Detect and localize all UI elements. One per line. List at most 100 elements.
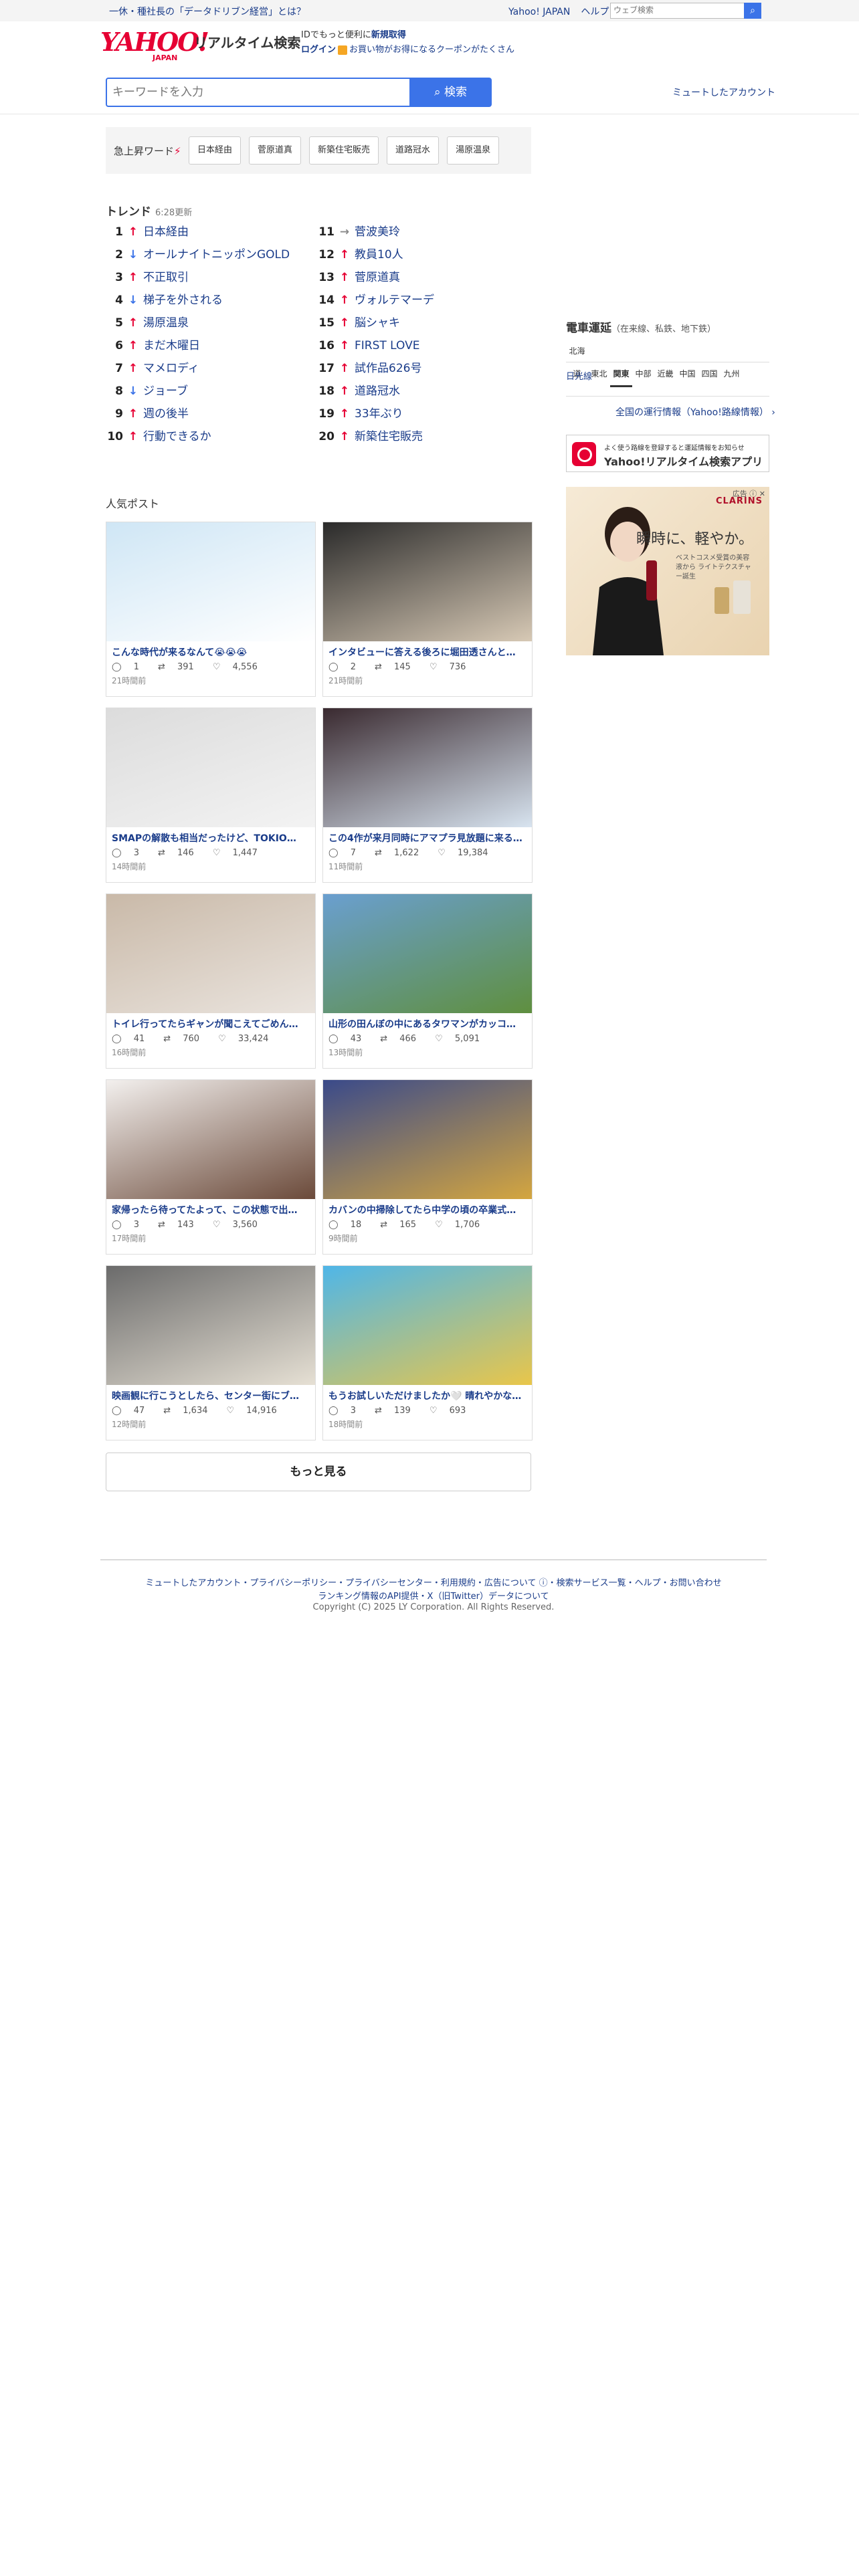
post-caption[interactable]: トイレ行ってたらギャンが聞こえてごめん… — [106, 1013, 315, 1031]
post-card[interactable]: 山形の田んぼの中にあるタワマンがカッコ… ◯ 43 ⇄ 466 ♡ 5,091 13時間… — [322, 893, 533, 1069]
trend-word[interactable]: 週の後半 — [143, 407, 189, 421]
trend-word[interactable]: オールナイトニッポンGOLD — [143, 248, 290, 261]
train-info-link[interactable]: 全国の運行情報（Yahoo!路線情報） › — [615, 405, 775, 419]
post-caption[interactable]: 山形の田んぼの中にあるタワマンがカッコ… — [323, 1013, 532, 1031]
post-image[interactable] — [106, 894, 315, 1013]
help-link[interactable]: ヘルプ — [581, 7, 609, 17]
post-image[interactable] — [106, 1266, 315, 1385]
post-caption[interactable]: インタビューに答える後ろに堀田透さんと… — [323, 641, 532, 659]
trend-item[interactable]: 10 ↑ 行動できるか — [106, 425, 290, 448]
web-search-button[interactable]: ⌕ — [744, 3, 761, 19]
trend-word[interactable]: 試作品626号 — [355, 362, 421, 375]
post-caption[interactable]: SMAPの解散も相当だったけど、TOKIO… — [106, 827, 315, 845]
trend-word[interactable]: 不正取引 — [143, 271, 189, 284]
trend-item[interactable]: 15 ↑ 脳シャキ — [317, 312, 434, 334]
post-image[interactable] — [106, 708, 315, 827]
trend-word[interactable]: まだ木曜日 — [143, 339, 200, 352]
post-card[interactable]: 映画観に行こうとしたら、センター街にブ… ◯ 47 ⇄ 1,634 ♡ 14,916 1… — [106, 1265, 316, 1440]
region-tab[interactable]: 中部 — [632, 362, 654, 385]
footer-links-2[interactable]: ランキング情報のAPI提供・X（旧Twitter）データについて — [100, 1589, 767, 1602]
web-search-box[interactable]: ⚡AI — [610, 3, 761, 19]
login-link[interactable]: ログイン — [301, 45, 336, 55]
region-tab[interactable]: 九州 — [721, 362, 743, 385]
trend-item[interactable]: 14 ↑ ヴォルテマーデ — [317, 289, 434, 312]
advertisement[interactable]: 広告 ⓘ ✕ CLARINS 瞬時に、軽やか。 ベストコスメ受賞の美容液から ラ… — [566, 487, 769, 655]
trend-word[interactable]: 菅原道真 — [355, 271, 400, 284]
region-tab[interactable]: 四国 — [698, 362, 721, 385]
post-image[interactable] — [323, 1080, 532, 1199]
trend-word[interactable]: 新築住宅販売 — [355, 430, 423, 443]
trend-word[interactable]: ジョーブ — [143, 385, 188, 398]
more-button[interactable]: もっと見る — [106, 1453, 531, 1491]
trend-item[interactable]: 19 ↑ 33年ぶり — [317, 403, 434, 425]
surging-chip[interactable]: 菅原道真 — [249, 136, 302, 165]
trend-item[interactable]: 16 ↑ FIRST LOVE — [317, 334, 434, 357]
post-image[interactable] — [106, 522, 315, 641]
muted-accounts-link[interactable]: ミュートしたアカウント — [672, 86, 775, 99]
post-card[interactable]: SMAPの解散も相当だったけど、TOKIO… ◯ 3 ⇄ 146 ♡ 1,447 14時… — [106, 708, 316, 883]
post-image[interactable] — [323, 894, 532, 1013]
surging-chip[interactable]: 日本経由 — [189, 136, 242, 165]
delayed-line-link[interactable]: 日光線 — [566, 369, 592, 382]
post-image[interactable] — [323, 522, 532, 641]
main-search-input[interactable] — [112, 86, 400, 99]
trend-item[interactable]: 7 ↑ マメロディ — [106, 357, 290, 380]
post-image[interactable] — [106, 1080, 315, 1199]
post-card[interactable]: この4作が来月同時にアマプラ見放題に来る… ◯ 7 ⇄ 1,622 ♡ 19,384 1… — [322, 708, 533, 883]
trend-item[interactable]: 12 ↑ 教員10人 — [317, 243, 434, 266]
post-caption[interactable]: 映画観に行こうとしたら、センター街にブ… — [106, 1385, 315, 1402]
logo[interactable]: YAHOO! JAPAN リアルタイム検索 — [100, 27, 300, 62]
register-link[interactable]: 新規取得 — [371, 30, 406, 40]
post-caption[interactable]: カバンの中掃除してたら中学の頃の卒業式… — [323, 1199, 532, 1216]
trend-item[interactable]: 3 ↑ 不正取引 — [106, 266, 290, 289]
trend-item[interactable]: 17 ↑ 試作品626号 — [317, 357, 434, 380]
region-tab[interactable]: 近畿 — [654, 362, 676, 385]
trend-word[interactable]: 梯子を外される — [143, 294, 223, 307]
trend-word[interactable]: FIRST LOVE — [355, 339, 420, 352]
region-tab[interactable]: 関東 — [610, 362, 632, 387]
trend-item[interactable]: 5 ↑ 湯原温泉 — [106, 312, 290, 334]
trend-word[interactable]: 教員10人 — [355, 248, 403, 261]
surging-chip[interactable]: 道路冠水 — [387, 136, 440, 165]
trend-word[interactable]: マメロディ — [143, 362, 199, 375]
app-banner[interactable]: よく使う路線を登録すると運延情報をお知らせ Yahoo!リアルタイム検索アプリ — [566, 435, 769, 472]
trend-word[interactable]: 脳シャキ — [355, 316, 400, 330]
trend-item[interactable]: 11 → 菅波美玲 — [317, 221, 434, 243]
post-image[interactable] — [323, 1266, 532, 1385]
trend-item[interactable]: 18 ↑ 道路冠水 — [317, 380, 434, 403]
post-image[interactable] — [323, 708, 532, 827]
post-card[interactable]: インタビューに答える後ろに堀田透さんと… ◯ 2 ⇄ 145 ♡ 736 21時間前 — [322, 522, 533, 697]
trend-item[interactable]: 2 ↓ オールナイトニッポンGOLD — [106, 243, 290, 266]
post-card[interactable]: トイレ行ってたらギャンが聞こえてごめん… ◯ 41 ⇄ 760 ♡ 33,424 16時… — [106, 893, 316, 1069]
footer-links[interactable]: ミュートしたアカウント・プライバシーポリシー・プライバシーセンター・利用規約・広… — [100, 1576, 767, 1588]
post-card[interactable]: もうお試しいただけましたか🤍 晴れやかな… ◯ 3 ⇄ 139 ♡ 693 18時間前 — [322, 1265, 533, 1440]
main-search-button[interactable]: ⌕ 検索 — [409, 78, 492, 107]
trend-item[interactable]: 1 ↑ 日本経由 — [106, 221, 290, 243]
trend-item[interactable]: 6 ↑ まだ木曜日 — [106, 334, 290, 357]
post-caption[interactable]: こんな時代が来るなんて😭😭😭 — [106, 641, 315, 659]
trend-word[interactable]: 菅波美玲 — [355, 225, 400, 239]
trend-word[interactable]: 33年ぶり — [355, 407, 403, 421]
post-card[interactable]: カバンの中掃除してたら中学の頃の卒業式… ◯ 18 ⇄ 165 ♡ 1,706 9時間前 — [322, 1079, 533, 1255]
trend-word[interactable]: 日本経由 — [143, 225, 189, 239]
trend-word[interactable]: ヴォルテマーデ — [355, 294, 434, 307]
trend-word[interactable]: 道路冠水 — [355, 385, 400, 398]
post-caption[interactable]: 家帰ったら待ってたよって、この状態で出… — [106, 1199, 315, 1216]
surging-chip[interactable]: 湯原温泉 — [447, 136, 500, 165]
trend-item[interactable]: 9 ↑ 週の後半 — [106, 403, 290, 425]
trend-item[interactable]: 4 ↓ 梯子を外される — [106, 289, 290, 312]
trend-item[interactable]: 8 ↓ ジョーブ — [106, 380, 290, 403]
surging-chip[interactable]: 新築住宅販売 — [309, 136, 379, 165]
post-card[interactable]: 家帰ったら待ってたよって、この状態で出… ◯ 3 ⇄ 143 ♡ 3,560 17時間前 — [106, 1079, 316, 1255]
post-caption[interactable]: この4作が来月同時にアマプラ見放題に来る… — [323, 827, 532, 845]
coupon-link[interactable]: お買い物がお得になるクーポンがたくさん — [349, 45, 514, 55]
web-search-input[interactable] — [613, 5, 714, 15]
yahoo-japan-link[interactable]: Yahoo! JAPAN — [508, 7, 570, 17]
trend-word[interactable]: 行動できるか — [143, 430, 211, 443]
region-tab[interactable]: 中国 — [676, 362, 698, 385]
trend-item[interactable]: 20 ↑ 新築住宅販売 — [317, 425, 434, 448]
trend-word[interactable]: 湯原温泉 — [143, 316, 189, 330]
promo-link[interactable]: 一休・種社長の「データドリブン経営」とは？ — [109, 5, 306, 18]
trend-item[interactable]: 13 ↑ 菅原道真 — [317, 266, 434, 289]
post-caption[interactable]: もうお試しいただけましたか🤍 晴れやかな… — [323, 1385, 532, 1402]
